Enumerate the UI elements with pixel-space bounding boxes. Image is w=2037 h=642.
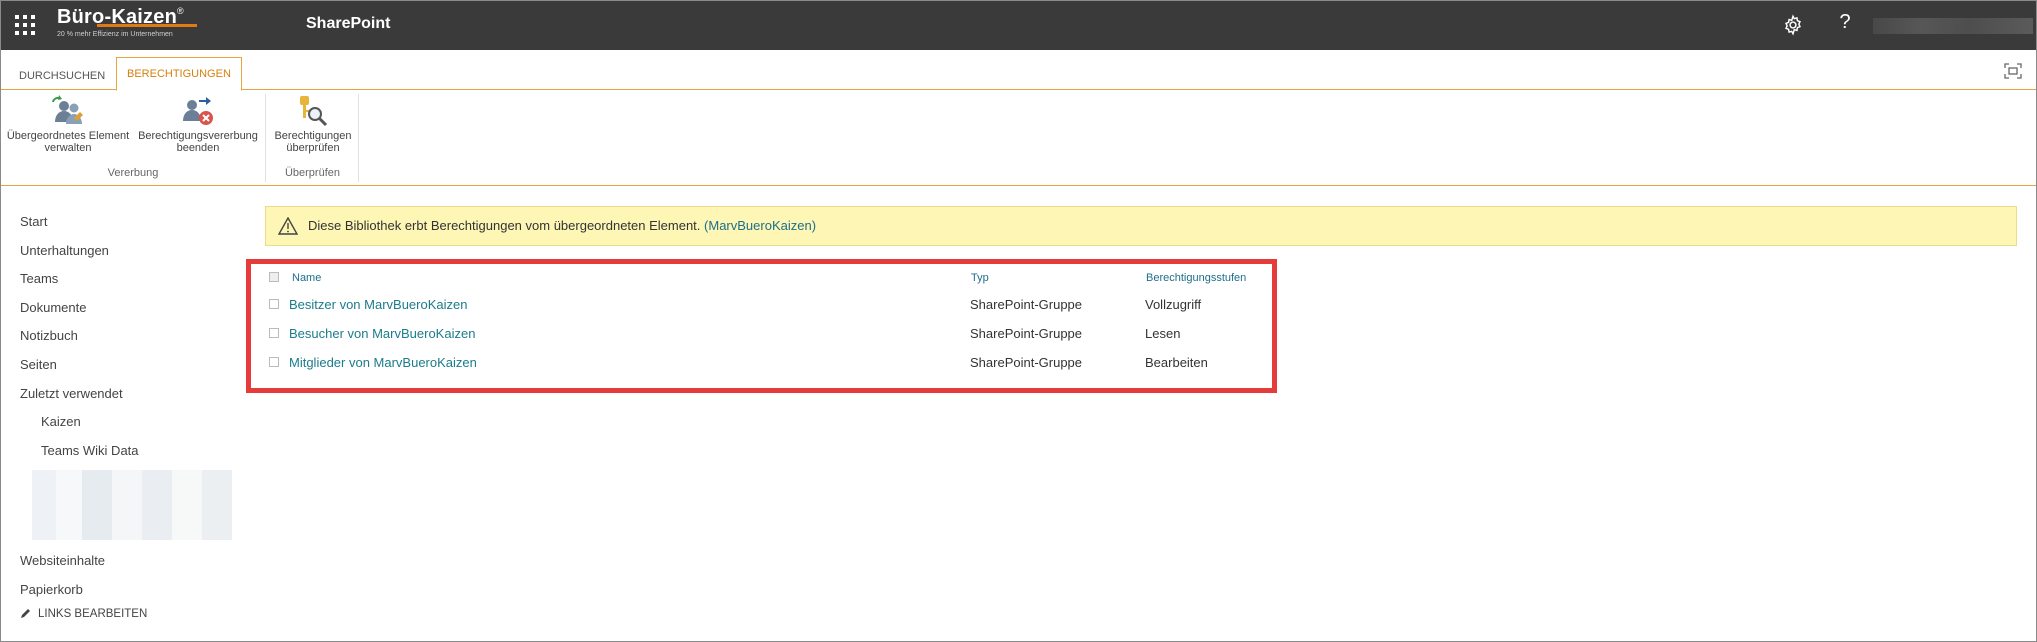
nav-recent-kaizen[interactable]: Kaizen [20, 411, 240, 440]
row-checkbox[interactable] [269, 328, 279, 338]
group-type: SharePoint-Gruppe [970, 326, 1083, 341]
group-type: SharePoint-Gruppe [970, 355, 1083, 370]
table-header: Name Typ Berechtigungsstufen [269, 269, 1269, 291]
info-message: Diese Bibliothek erbt Berechtigungen vom… [308, 218, 701, 233]
manage-parent-icon [52, 95, 83, 124]
nav-item-recycle-bin[interactable]: Papierkorb [20, 579, 240, 608]
table-row[interactable]: Mitglieder von MarvBueroKaizen SharePoin… [269, 349, 1269, 378]
settings-gear-icon[interactable] [1782, 14, 1804, 36]
permission-level: Vollzugriff [1145, 297, 1202, 312]
permission-level: Bearbeiten [1145, 355, 1208, 370]
group-name-link[interactable]: Mitglieder von MarvBueroKaizen [289, 355, 477, 370]
warning-icon [278, 217, 298, 235]
permissions-table: Name Typ Berechtigungsstufen Besitzer vo… [269, 269, 1269, 378]
nav-item-recent[interactable]: Zuletzt verwendet [20, 383, 240, 412]
quick-launch-nav: Start Unterhaltungen Teams Dokumente Not… [20, 211, 240, 608]
logo-underline [97, 24, 197, 27]
inheritance-info-bar: Diese Bibliothek erbt Berechtigungen vom… [265, 206, 2017, 246]
nav-item-documents[interactable]: Dokumente [20, 297, 240, 326]
check-permissions-button[interactable]: Berechtigungen überprüfen [270, 94, 356, 154]
column-header-name[interactable]: Name [292, 272, 321, 284]
app-launcher-icon[interactable] [13, 13, 37, 37]
app-title[interactable]: SharePoint [306, 15, 390, 33]
nav-item-teams[interactable]: Teams [20, 268, 240, 297]
check-permissions-icon [300, 96, 328, 127]
column-header-level[interactable]: Berechtigungsstufen [1146, 272, 1246, 284]
edit-links-button[interactable]: LINKS BEARBEITEN [20, 607, 147, 620]
pencil-icon [21, 609, 30, 618]
check-permissions-label: Berechtigungen überprüfen [274, 130, 352, 154]
nav-item-notebook[interactable]: Notizbuch [20, 325, 240, 354]
manage-parent-label: Übergeordnetes Element verwalten [6, 130, 130, 154]
group-label-check: Überprüfen [284, 167, 341, 179]
stop-inheritance-icon [183, 97, 213, 125]
group-label-inheritance: Vererbung [107, 167, 159, 179]
row-checkbox[interactable] [269, 357, 279, 367]
nav-item-site-contents[interactable]: Websiteinhalte [20, 550, 240, 579]
table-row[interactable]: Besitzer von MarvBueroKaizen SharePoint-… [269, 291, 1269, 320]
nav-item-pages[interactable]: Seiten [20, 354, 240, 383]
tab-browse[interactable]: DURCHSUCHEN [9, 61, 115, 91]
stop-inheritance-label: Berechtigungsvererbung beenden [138, 130, 258, 154]
stop-inheritance-button[interactable]: Berechtigungsvererbung beenden [135, 94, 261, 154]
group-type: SharePoint-Gruppe [970, 297, 1083, 312]
logo-tagline: 20 % mehr Effizienz im Unternehmen [57, 31, 173, 38]
ribbon-group-check: Berechtigungen überprüfen Überprüfen [267, 94, 359, 182]
table-row[interactable]: Besucher von MarvBueroKaizen SharePoint-… [269, 320, 1269, 349]
nav-recent-teams-wiki[interactable]: Teams Wiki Data [20, 440, 240, 469]
focus-on-content-icon[interactable] [2004, 63, 2022, 79]
group-name-link[interactable]: Besitzer von MarvBueroKaizen [289, 297, 467, 312]
row-checkbox[interactable] [269, 299, 279, 309]
manage-parent-button[interactable]: Übergeordnetes Element verwalten [5, 94, 131, 154]
help-icon[interactable]: ? [1837, 11, 1853, 34]
column-header-type[interactable]: Typ [971, 272, 989, 284]
ribbon-group-inheritance: Übergeordnetes Element verwalten Berecht… [1, 94, 266, 182]
nav-redacted-items [32, 470, 232, 541]
group-name-link[interactable]: Besucher von MarvBueroKaizen [289, 326, 475, 341]
permission-level: Lesen [1145, 326, 1181, 341]
edit-links-label: LINKS BEARBEITEN [38, 608, 148, 620]
parent-site-link[interactable]: (MarvBueroKaizen) [704, 218, 816, 233]
logo-registered-mark: ® [176, 6, 184, 16]
nav-item-start[interactable]: Start [20, 211, 240, 240]
user-account[interactable] [1873, 18, 2033, 34]
company-logo[interactable]: Büro-Kaizen® 20 % mehr Effizienz im Unte… [57, 6, 184, 38]
tab-permissions[interactable]: BERECHTIGUNGEN [116, 57, 242, 91]
suite-bar: Büro-Kaizen® 20 % mehr Effizienz im Unte… [1, 1, 2036, 50]
nav-item-conversations[interactable]: Unterhaltungen [20, 240, 240, 269]
select-all-checkbox[interactable] [269, 272, 279, 282]
ribbon-body: Übergeordnetes Element verwalten Berecht… [1, 90, 2036, 186]
ribbon-tabs: DURCHSUCHEN BERECHTIGUNGEN [1, 50, 2036, 91]
